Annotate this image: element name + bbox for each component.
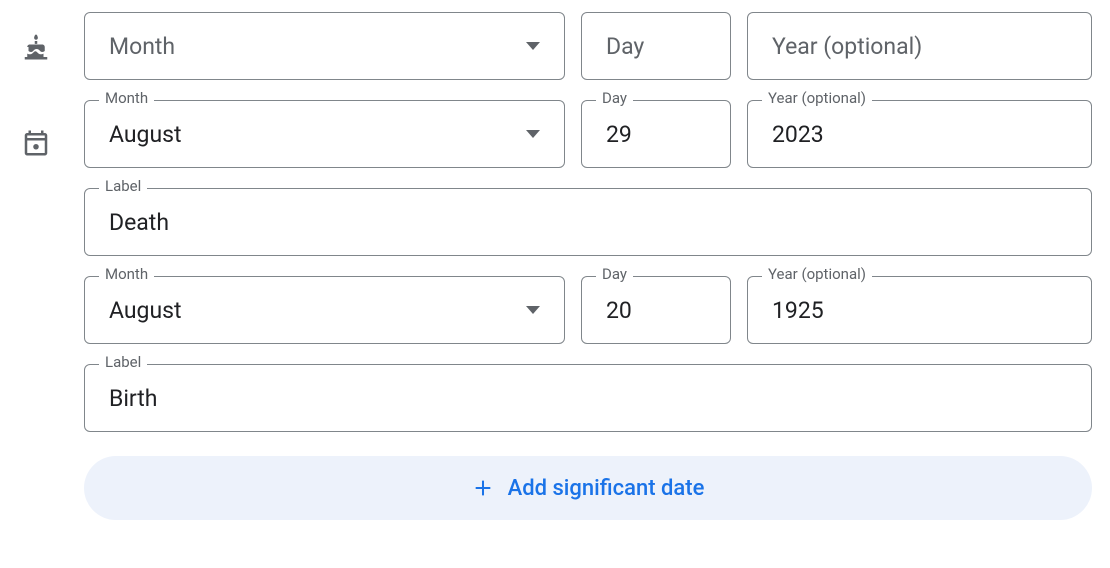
label-label: Label [99, 355, 147, 370]
day-label: Day [596, 91, 633, 106]
event-month-value: August [109, 297, 514, 324]
event-year-input[interactable]: Year (optional) 1925 [747, 276, 1092, 344]
plus-icon [472, 477, 494, 499]
birthday-month-select[interactable]: Month [84, 12, 565, 80]
birthday-year-placeholder: Year (optional) [772, 33, 922, 60]
event-day-value: 20 [606, 297, 706, 324]
event-day-value: 29 [606, 121, 706, 148]
event-label-value: Death [109, 209, 1067, 236]
month-label: Month [99, 91, 154, 106]
day-label: Day [596, 267, 633, 282]
add-button-label: Add significant date [508, 476, 705, 501]
chevron-down-icon [526, 130, 540, 138]
event-label-input[interactable]: Label Birth [84, 364, 1092, 432]
month-label: Month [99, 267, 154, 282]
calendar-icon [18, 100, 54, 158]
label-label: Label [99, 179, 147, 194]
add-significant-date-button[interactable]: Add significant date [84, 456, 1092, 520]
event-day-input[interactable]: Day 20 [581, 276, 731, 344]
year-label: Year (optional) [762, 91, 872, 106]
year-label: Year (optional) [762, 267, 872, 282]
event-year-value: 2023 [772, 121, 1067, 148]
chevron-down-icon [526, 306, 540, 314]
birthday-day-placeholder: Day [606, 33, 644, 60]
event-year-value: 1925 [772, 297, 1067, 324]
event-month-select[interactable]: Month August [84, 100, 565, 168]
birthday-day-input[interactable]: Day [581, 12, 731, 80]
chevron-down-icon [526, 42, 540, 50]
event-label-input[interactable]: Label Death [84, 188, 1092, 256]
cake-icon [18, 12, 54, 62]
event-month-select[interactable]: Month August [84, 276, 565, 344]
event-day-input[interactable]: Day 29 [581, 100, 731, 168]
event-year-input[interactable]: Year (optional) 2023 [747, 100, 1092, 168]
birthday-month-placeholder: Month [109, 33, 175, 60]
birthday-year-input[interactable]: Year (optional) [747, 12, 1092, 80]
event-label-value: Birth [109, 385, 1067, 412]
event-month-value: August [109, 121, 514, 148]
